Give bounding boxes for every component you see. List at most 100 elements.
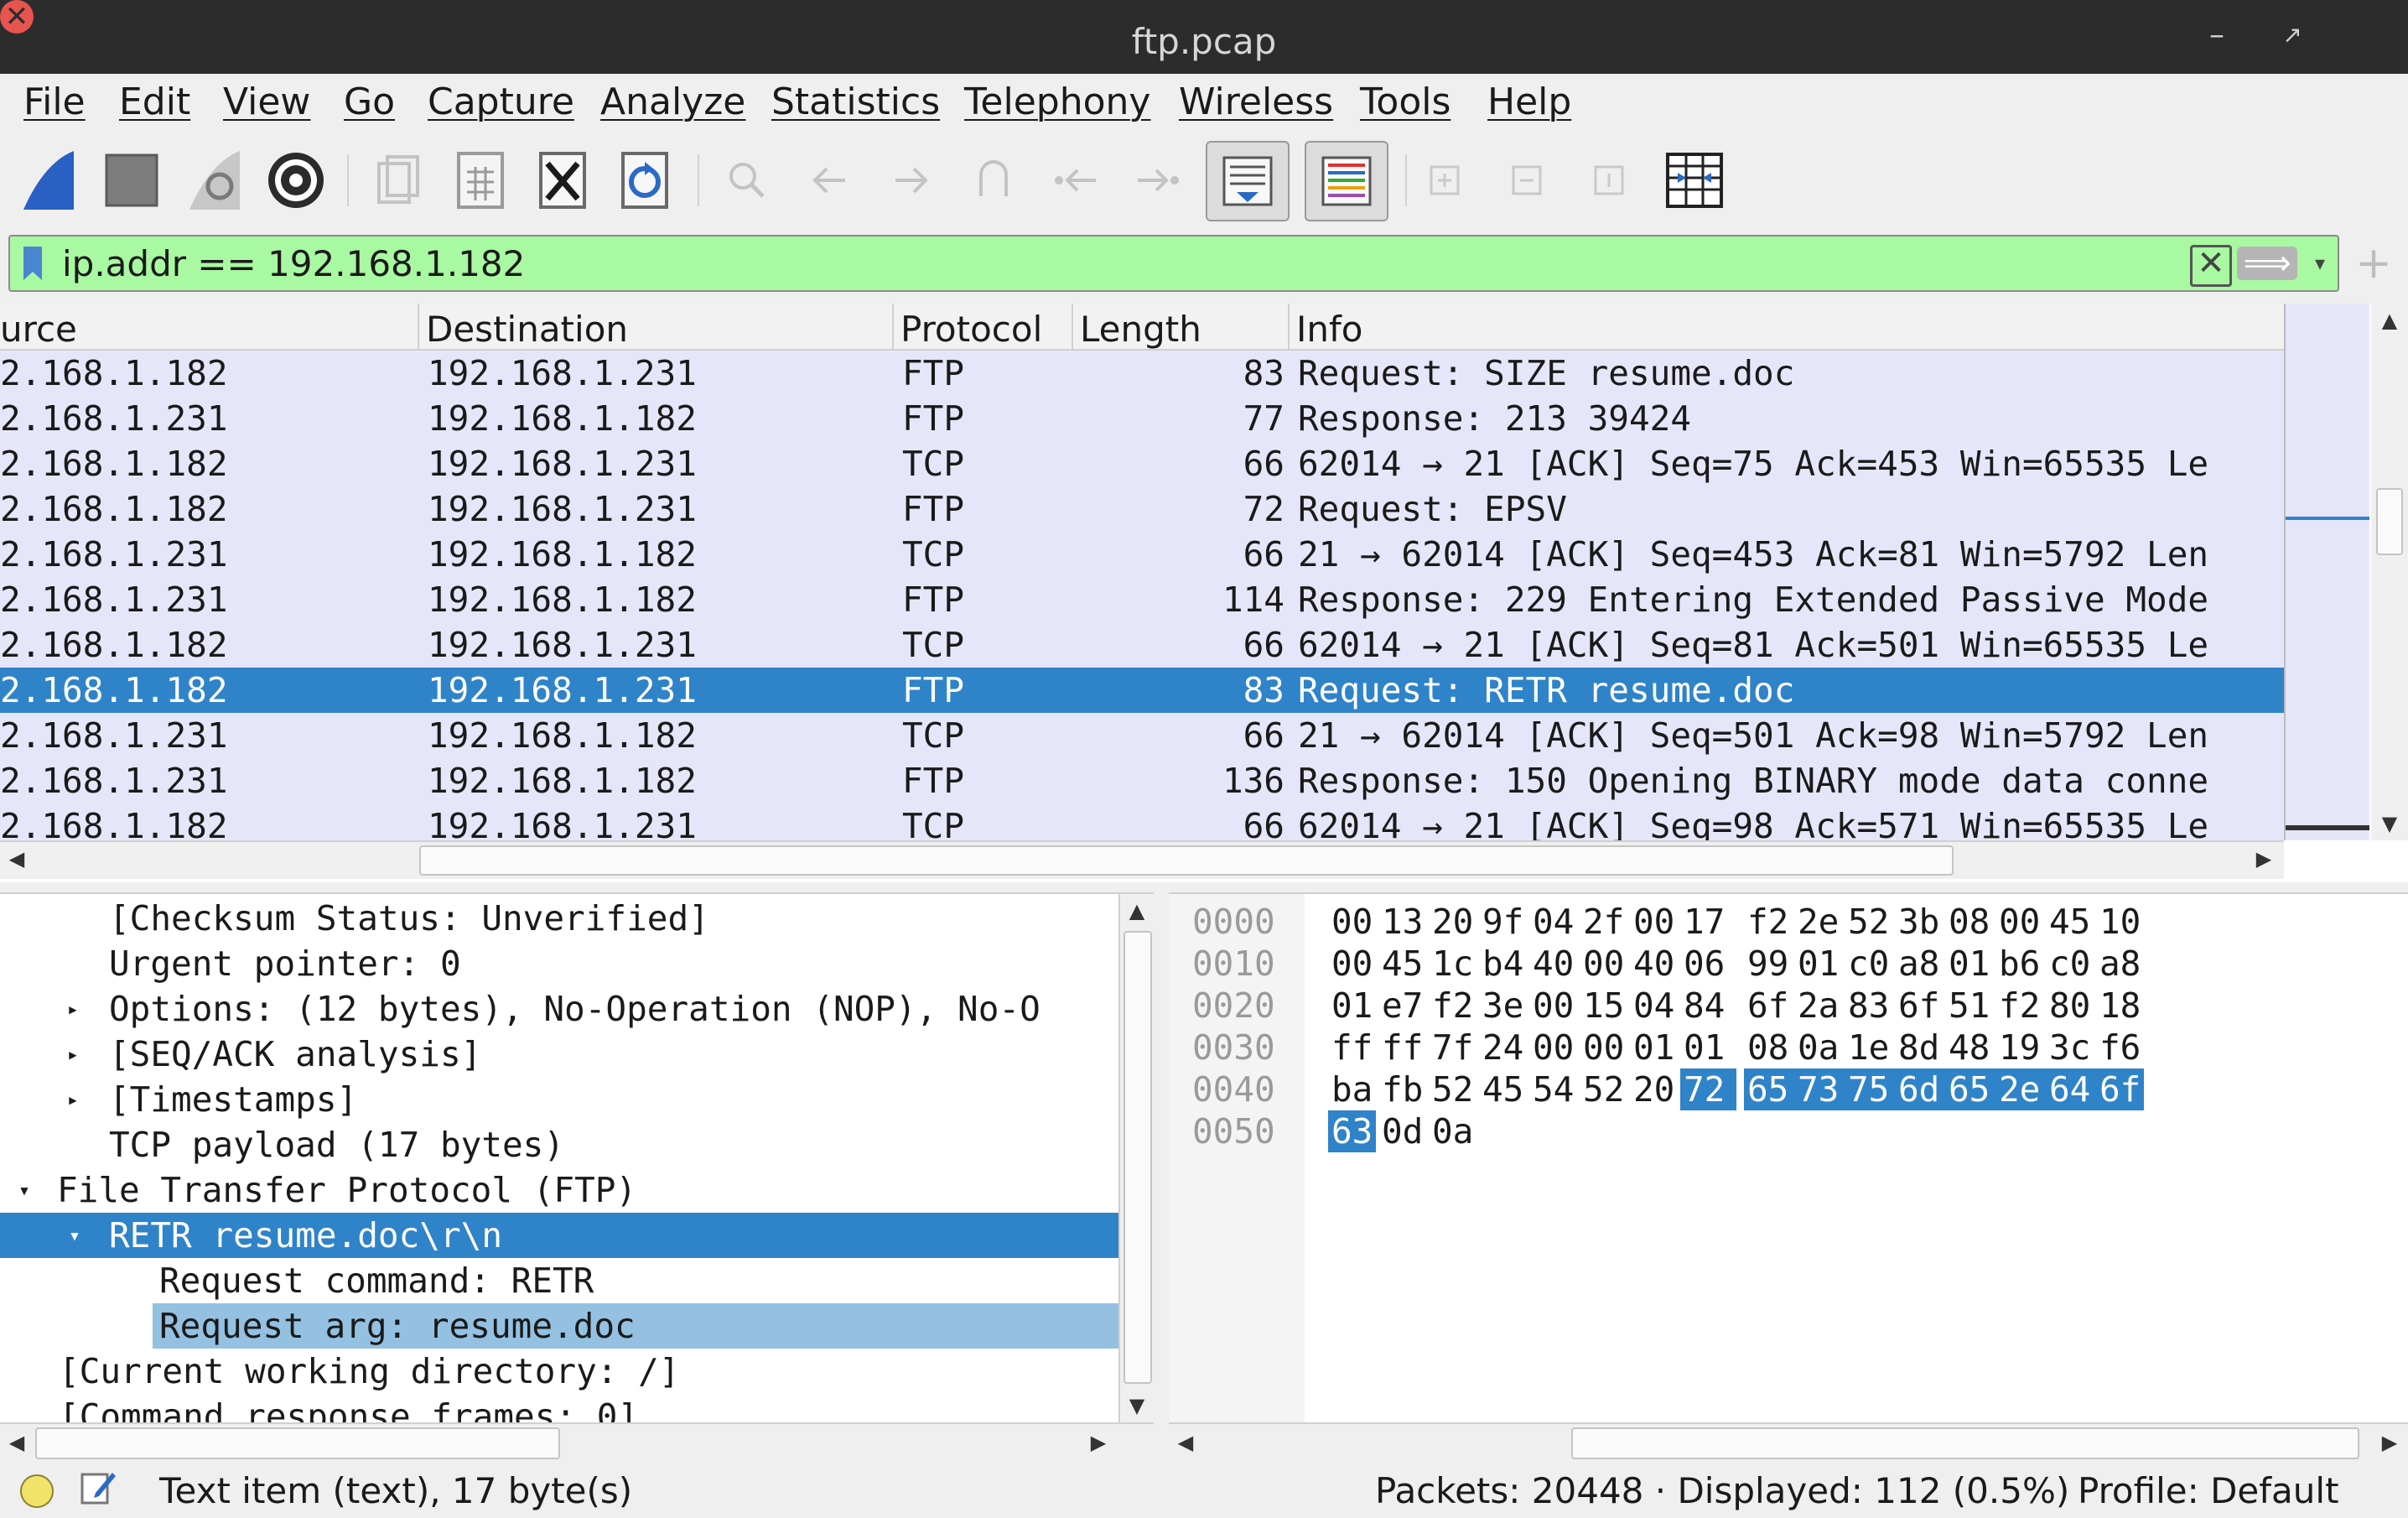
detail-row[interactable]: Request command: RETR <box>0 1258 1118 1303</box>
scroll-down-icon[interactable]: ▼ <box>1120 1389 1154 1422</box>
packet-list-hscroll[interactable]: ◀ ▶ <box>0 840 2284 879</box>
hex-byte[interactable]: 64 <box>2046 1068 2103 1110</box>
hex-byte[interactable]: 2e <box>1798 901 1839 943</box>
hex-byte[interactable]: 45 <box>1382 943 1423 985</box>
packet-minimap[interactable] <box>2284 304 2369 840</box>
hex-byte[interactable]: 3e <box>1482 985 1523 1027</box>
hex-byte[interactable]: 2f <box>1583 901 1624 943</box>
hex-byte[interactable]: ff <box>1331 1027 1373 1068</box>
restore-icon[interactable]: ↗ <box>2276 18 2309 52</box>
scroll-thumb[interactable] <box>1124 931 1152 1384</box>
save-file-icon[interactable] <box>444 144 516 216</box>
last-packet-icon[interactable] <box>1122 144 1194 216</box>
packet-row[interactable]: 2.168.1.231 192.168.1.182 FTP 77 Response: 2… <box>0 396 2284 441</box>
detail-row[interactable]: ▸ [Timestamps] <box>0 1077 1118 1122</box>
hex-byte[interactable]: 0d <box>1382 1110 1423 1152</box>
hex-byte[interactable]: 00 <box>1583 1027 1624 1068</box>
chevron-right-icon[interactable]: ▸ <box>60 1032 86 1077</box>
hex-byte[interactable]: 2e <box>1995 1068 2053 1110</box>
packet-row[interactable]: 2.168.1.182 192.168.1.231 FTP 83 Request: RE… <box>0 668 2284 713</box>
menu-wireless[interactable]: Wireless <box>1179 79 1333 126</box>
packet-row[interactable]: 2.168.1.182 192.168.1.231 TCP 66 62014 → 21 … <box>0 441 2284 486</box>
hex-byte[interactable]: b6 <box>1999 943 2040 985</box>
scroll-thumb[interactable] <box>35 1427 560 1459</box>
bytes-hscroll[interactable]: ◀ ▶ <box>1169 1422 2408 1459</box>
menu-analyze[interactable]: Analyze <box>600 79 745 126</box>
edit-comment-icon[interactable] <box>79 1468 117 1518</box>
hex-byte[interactable]: 52 <box>1432 1068 1473 1110</box>
hex-byte[interactable]: 18 <box>2099 985 2141 1027</box>
hex-byte[interactable]: 20 <box>1633 1068 1674 1110</box>
hex-byte[interactable]: 72 <box>1680 1068 1737 1110</box>
hex-byte[interactable]: 6f <box>2096 1068 2145 1110</box>
packet-row[interactable]: 2.168.1.231 192.168.1.182 FTP 136 Response: … <box>0 758 2284 803</box>
details-vscroll[interactable]: ▲ ▼ <box>1118 894 1154 1422</box>
hex-byte[interactable]: 3b <box>1898 901 1939 943</box>
hex-byte[interactable]: 01 <box>1331 985 1373 1027</box>
shark-fin-icon[interactable] <box>12 144 84 216</box>
hex-byte[interactable]: 45 <box>2049 901 2090 943</box>
hex-byte[interactable]: 45 <box>1482 1068 1523 1110</box>
arrow-left-icon[interactable] <box>793 144 865 216</box>
hex-byte[interactable]: 54 <box>1533 1068 1574 1110</box>
hex-byte[interactable]: 80 <box>2049 985 2090 1027</box>
scroll-down-icon[interactable]: ▼ <box>2373 807 2406 840</box>
hex-byte[interactable]: 10 <box>2099 901 2141 943</box>
hex-byte[interactable]: c0 <box>2049 943 2090 985</box>
hex-byte[interactable]: 51 <box>1949 985 1990 1027</box>
detail-row[interactable]: Request arg: resume.doc <box>0 1303 1118 1349</box>
scroll-thumb[interactable] <box>2376 488 2403 555</box>
hex-byte[interactable]: 08 <box>1949 901 1990 943</box>
scroll-left-icon[interactable]: ◀ <box>0 842 34 876</box>
scroll-up-icon[interactable]: ▲ <box>2373 304 2406 337</box>
hex-byte[interactable]: fb <box>1382 1068 1423 1110</box>
hex-byte[interactable]: ba <box>1331 1068 1373 1110</box>
hex-byte[interactable]: 7f <box>1432 1027 1473 1068</box>
hex-byte[interactable]: 06 <box>1684 943 1725 985</box>
packet-row[interactable]: 2.168.1.182 192.168.1.231 FTP 83 Request: SI… <box>0 351 2284 396</box>
colorize-icon[interactable] <box>1305 141 1388 221</box>
hex-byte[interactable]: 84 <box>1684 985 1725 1027</box>
scroll-left-icon[interactable]: ◀ <box>1169 1426 1202 1459</box>
stop-square-icon[interactable] <box>96 144 168 216</box>
hex-byte[interactable]: 6f <box>1898 985 1939 1027</box>
resize-columns-icon[interactable] <box>1658 144 1731 216</box>
hex-byte[interactable]: 9f <box>1482 901 1523 943</box>
hex-byte[interactable]: 19 <box>1999 1027 2040 1068</box>
hex-byte[interactable]: 00 <box>1533 985 1574 1027</box>
hex-byte[interactable]: 0a <box>1432 1110 1473 1152</box>
hex-byte[interactable]: 99 <box>1747 943 1788 985</box>
arrow-right-icon[interactable] <box>875 144 947 216</box>
hex-byte[interactable]: 04 <box>1633 985 1674 1027</box>
autoscroll-icon[interactable] <box>1206 141 1290 221</box>
hex-byte[interactable]: 6f <box>1747 985 1788 1027</box>
chevron-down-icon[interactable]: ▾ <box>62 1213 87 1258</box>
hex-byte[interactable]: 63 <box>1328 1110 1377 1152</box>
hex-byte[interactable]: 0a <box>1798 1027 1839 1068</box>
scroll-right-icon[interactable]: ▶ <box>1082 1426 1115 1459</box>
hex-byte[interactable]: 40 <box>1633 943 1674 985</box>
hex-byte[interactable]: a8 <box>2099 943 2141 985</box>
chevron-right-icon[interactable]: ▸ <box>60 1077 86 1122</box>
hex-byte[interactable]: 08 <box>1747 1027 1788 1068</box>
detail-row[interactable]: [Checksum Status: Unverified] <box>0 896 1118 941</box>
hex-byte[interactable]: 01 <box>1684 1027 1725 1068</box>
hex-byte[interactable]: 73 <box>1794 1068 1851 1110</box>
packet-row[interactable]: 2.168.1.182 192.168.1.231 FTP 72 Request: EP… <box>0 486 2284 532</box>
detail-row[interactable]: TCP payload (17 bytes) <box>0 1122 1118 1167</box>
menu-view[interactable]: View <box>223 79 310 126</box>
hex-byte[interactable]: 83 <box>1848 985 1889 1027</box>
menu-edit[interactable]: Edit <box>119 79 190 126</box>
hex-byte[interactable]: 01 <box>1798 943 1839 985</box>
chevron-right-icon[interactable]: ▸ <box>60 986 86 1032</box>
hex-byte[interactable]: f2 <box>1432 985 1473 1027</box>
detail-row[interactable]: ▸ Options: (12 bytes), No-Operation (NOP)… <box>0 986 1118 1032</box>
scroll-right-icon[interactable]: ▶ <box>2247 842 2281 876</box>
hex-byte[interactable]: 00 <box>1999 901 2040 943</box>
hex-byte[interactable]: 04 <box>1533 901 1574 943</box>
menu-help[interactable]: Help <box>1487 79 1571 126</box>
hex-byte[interactable]: 17 <box>1684 901 1725 943</box>
hex-byte[interactable]: b4 <box>1482 943 1523 985</box>
hex-byte[interactable]: 00 <box>1331 901 1373 943</box>
hex-byte[interactable]: 00 <box>1331 943 1373 985</box>
